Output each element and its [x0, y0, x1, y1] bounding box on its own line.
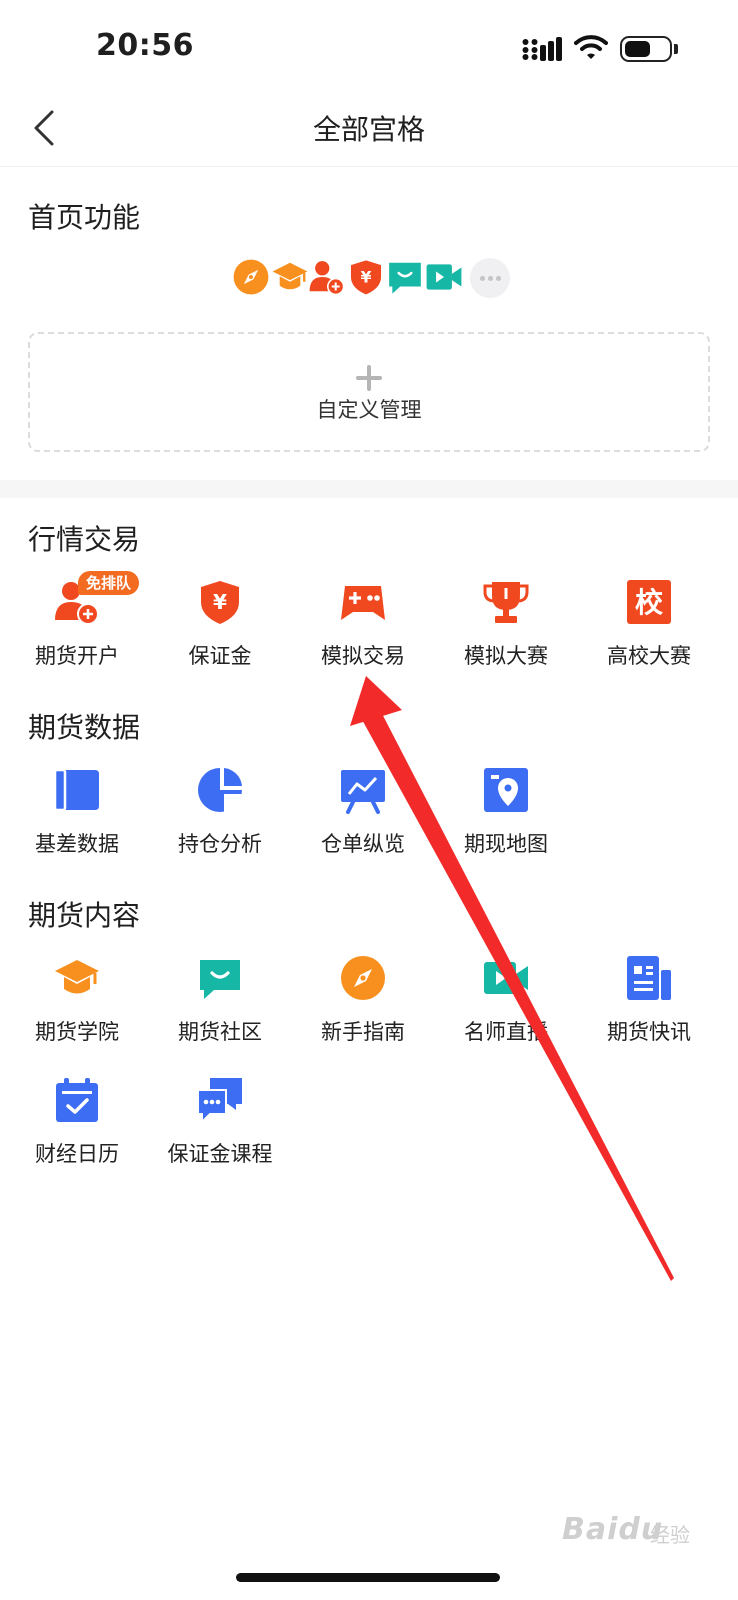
- status-time: 20:56: [96, 28, 194, 63]
- graduation-cap-icon: [55, 960, 99, 994]
- grid-item-label: 模拟交易: [321, 644, 405, 668]
- grid-item-label: 保证金: [188, 644, 252, 668]
- home-indicator[interactable]: [236, 1573, 500, 1582]
- section-title-data: 期货数据: [28, 711, 141, 744]
- grid-item-futures-academy[interactable]: 期货学院: [4, 954, 150, 1064]
- wifi-icon: [574, 35, 608, 59]
- grid-item-college-contest[interactable]: 校 高校大赛: [576, 578, 722, 688]
- svg-text:校: 校: [635, 586, 664, 619]
- grid-item-label: 新手指南: [321, 1020, 405, 1044]
- grid-item-futures-community[interactable]: 期货社区: [147, 954, 293, 1064]
- pie-chart-icon: [198, 768, 242, 812]
- grid-item-label: 基差数据: [35, 832, 119, 856]
- shield-yen-icon: ¥: [201, 581, 239, 624]
- chat-bubbles-icon: [197, 1078, 242, 1124]
- section-title-content: 期货内容: [28, 899, 141, 932]
- grid-item-label: 持仓分析: [178, 832, 262, 856]
- signal-icon: [522, 37, 562, 61]
- grid-item-basis-data[interactable]: 基差数据: [4, 766, 150, 876]
- baidu-watermark-logo: Baidu: [562, 1512, 664, 1547]
- grid-item-label: 期货学院: [35, 1020, 119, 1044]
- custom-management-label: 自定义管理: [316, 398, 422, 422]
- user-add-icon[interactable]: [308, 258, 346, 296]
- calendar-check-icon: [56, 1078, 98, 1122]
- grid-item-label: 仓单纵览: [321, 832, 405, 856]
- grid-item-label: 期货快讯: [607, 1020, 691, 1044]
- book-icon: [53, 768, 99, 812]
- grid-item-label: 财经日历: [35, 1142, 119, 1166]
- no-queue-badge: 免排队: [78, 571, 140, 595]
- section-title-home-functions: 首页功能: [28, 201, 141, 234]
- baidu-watermark-suffix: 经验: [650, 1523, 690, 1547]
- custom-management-button[interactable]: 自定义管理: [28, 332, 710, 452]
- grid-item-label: 名师直播: [464, 1020, 548, 1044]
- presentation-chart-icon: [341, 770, 385, 814]
- more-dots-icon[interactable]: [470, 258, 510, 298]
- grid-item-simulated-contest[interactable]: 模拟大赛: [433, 578, 579, 688]
- grid-item-label: 期现地图: [464, 832, 548, 856]
- shield-yen-icon[interactable]: ¥: [347, 258, 385, 296]
- chat-smile-icon: [200, 960, 240, 999]
- map-pin-icon: [484, 768, 528, 812]
- grid-item-spot-map[interactable]: 期现地图: [433, 766, 579, 876]
- grid-item-position-analysis[interactable]: 持仓分析: [147, 766, 293, 876]
- grid-item-finance-calendar[interactable]: 财经日历: [4, 1076, 150, 1186]
- plus-icon-vertical: [367, 365, 371, 391]
- section-title-trading: 行情交易: [28, 523, 141, 556]
- section-divider: [0, 480, 738, 498]
- grid-item-warehouse-receipt[interactable]: 仓单纵览: [290, 766, 436, 876]
- grid-item-label: 期货开户: [35, 644, 119, 668]
- grid-item-margin-course[interactable]: 保证金课程: [147, 1076, 293, 1186]
- graduation-cap-icon[interactable]: [271, 258, 309, 296]
- page-title: 全部宫格: [312, 113, 425, 146]
- school-icon: 校: [627, 580, 671, 624]
- grid-item-futures-flash[interactable]: 期货快讯: [576, 954, 722, 1064]
- grid-item-beginner-guide[interactable]: 新手指南: [290, 954, 436, 1064]
- grid-item-label: 高校大赛: [607, 644, 691, 668]
- gamepad-icon: [341, 586, 385, 620]
- grid-item-label: 模拟大赛: [464, 644, 548, 668]
- grid-item-label: 期货社区: [178, 1020, 262, 1044]
- grid-item-simulated-trading[interactable]: 模拟交易: [290, 578, 436, 688]
- news-icon: [627, 956, 671, 1000]
- svg-text:¥: ¥: [213, 590, 227, 614]
- svg-text:¥: ¥: [360, 268, 371, 287]
- compass-icon[interactable]: [232, 258, 270, 296]
- battery-icon: [620, 36, 672, 62]
- video-icon[interactable]: [425, 258, 463, 296]
- grid-item-expert-live[interactable]: 名师直播: [433, 954, 579, 1064]
- video-icon: [484, 962, 528, 994]
- chat-smile-icon[interactable]: [386, 258, 424, 296]
- grid-item-margin[interactable]: ¥ 保证金: [147, 578, 293, 688]
- compass-icon: [341, 956, 385, 1000]
- nav-divider: [0, 166, 738, 167]
- battery-cap: [674, 44, 678, 54]
- grid-item-label: 保证金课程: [167, 1142, 273, 1166]
- trophy-icon: [483, 582, 529, 623]
